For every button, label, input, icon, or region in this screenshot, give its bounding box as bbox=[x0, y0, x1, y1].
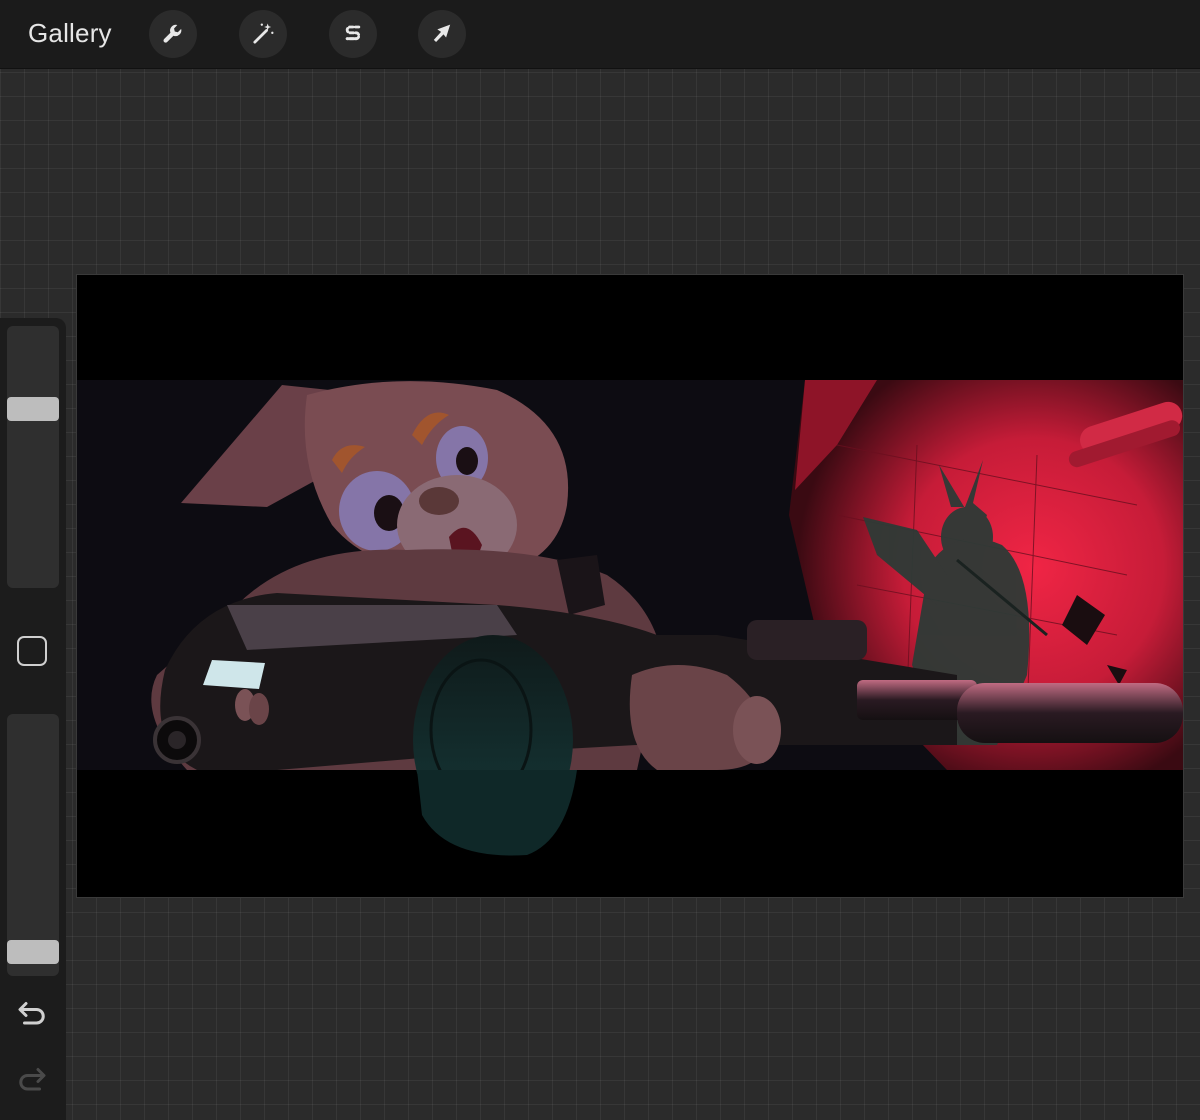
artwork-illustration bbox=[77, 275, 1183, 897]
left-sidebar bbox=[0, 318, 66, 1120]
wrench-icon bbox=[163, 24, 182, 43]
magic-wand-icon bbox=[253, 23, 274, 44]
brush-size-slider[interactable] bbox=[7, 326, 59, 588]
arrow-cursor-icon bbox=[433, 24, 451, 43]
redo-icon[interactable] bbox=[14, 1062, 50, 1098]
opacity-slider[interactable] bbox=[7, 714, 59, 976]
adjustments-button[interactable] bbox=[239, 10, 287, 58]
brush-size-thumb[interactable] bbox=[7, 397, 59, 421]
opacity-thumb[interactable] bbox=[7, 940, 59, 964]
transform-button[interactable] bbox=[418, 10, 466, 58]
procreate-app: Gallery bbox=[0, 0, 1200, 1120]
selection-s-icon bbox=[345, 25, 361, 41]
artwork-canvas[interactable] bbox=[77, 275, 1183, 897]
selection-button[interactable] bbox=[329, 10, 377, 58]
undo-icon[interactable] bbox=[14, 996, 50, 1032]
modify-square-icon[interactable] bbox=[17, 636, 47, 666]
gallery-button[interactable]: Gallery bbox=[28, 18, 112, 49]
top-toolbar: Gallery bbox=[0, 0, 1200, 69]
actions-button[interactable] bbox=[149, 10, 197, 58]
